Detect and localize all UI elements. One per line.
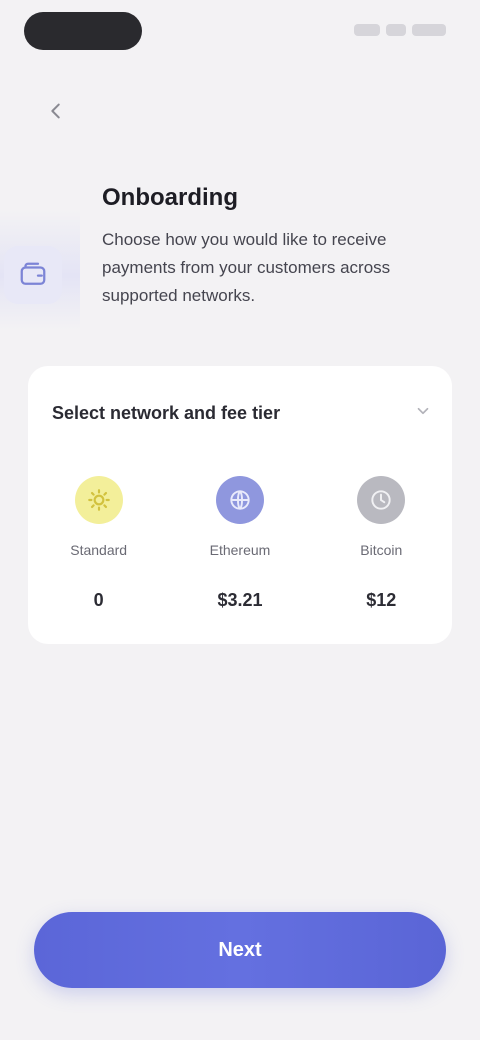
network-card: Select network and fee tier Standard 0 E… [28,366,452,644]
wallet-icon [4,246,62,304]
option-bitcoin[interactable]: Bitcoin $12 [321,476,441,626]
option-ethereum[interactable]: Ethereum $3.21 [180,476,300,626]
page-title: Onboarding [102,184,238,211]
option-value: $3.21 [217,590,263,610]
next-button[interactable]: Next [34,912,446,988]
option-value: 0 [93,590,104,610]
clock-icon [357,476,406,524]
fee-options: Standard 0 Ethereum $3.21 Bitcoin $12 [28,476,452,636]
battery-icon [412,24,446,36]
status-indicators [354,22,446,38]
option-label: Standard [70,542,128,558]
network-selector[interactable]: Select network and fee tier [52,398,432,428]
chevron-down-icon [414,402,432,425]
globe-icon [215,476,264,524]
wifi-icon [386,24,406,36]
page-description: Choose how you would like to receive pay… [102,230,391,305]
back-button[interactable] [36,92,76,132]
option-value: $12 [366,590,397,610]
card-title: Select network and fee tier [52,402,281,423]
option-standard[interactable]: Standard 0 [39,476,159,626]
option-label: Ethereum [209,542,271,558]
chevron-left-icon [45,100,67,125]
status-bar [0,0,480,64]
sun-icon [74,476,123,524]
screen: Onboarding Choose how you would like to … [0,0,480,1040]
signal-icon [354,24,380,36]
option-label: Bitcoin [360,542,403,558]
dynamic-island [24,12,142,50]
